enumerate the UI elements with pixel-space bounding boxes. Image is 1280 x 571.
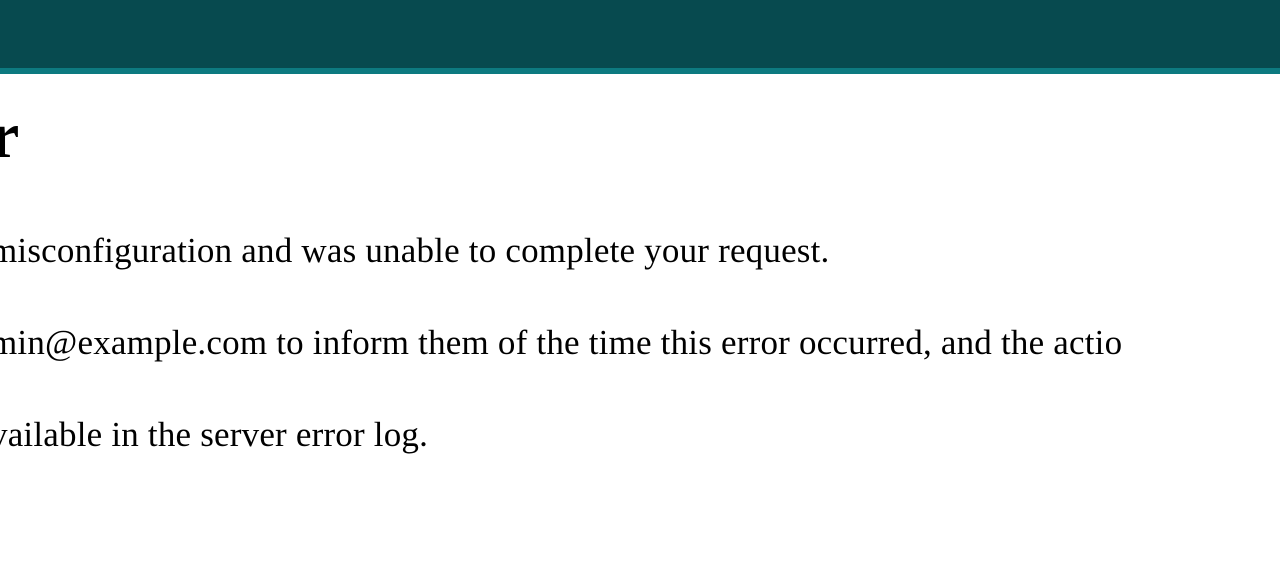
error-paragraph-2: min@example.com to inform them of the ti… <box>0 322 1280 364</box>
header-bar <box>0 0 1280 68</box>
error-paragraph-1: misconfiguration and was unable to compl… <box>0 230 1280 272</box>
error-body: misconfiguration and was unable to compl… <box>0 230 1280 456</box>
header-accent <box>0 68 1280 74</box>
error-content: r misconfiguration and was unable to com… <box>0 98 1280 456</box>
error-paragraph-3: vailable in the server error log. <box>0 414 1280 456</box>
error-title: r <box>0 98 1280 174</box>
